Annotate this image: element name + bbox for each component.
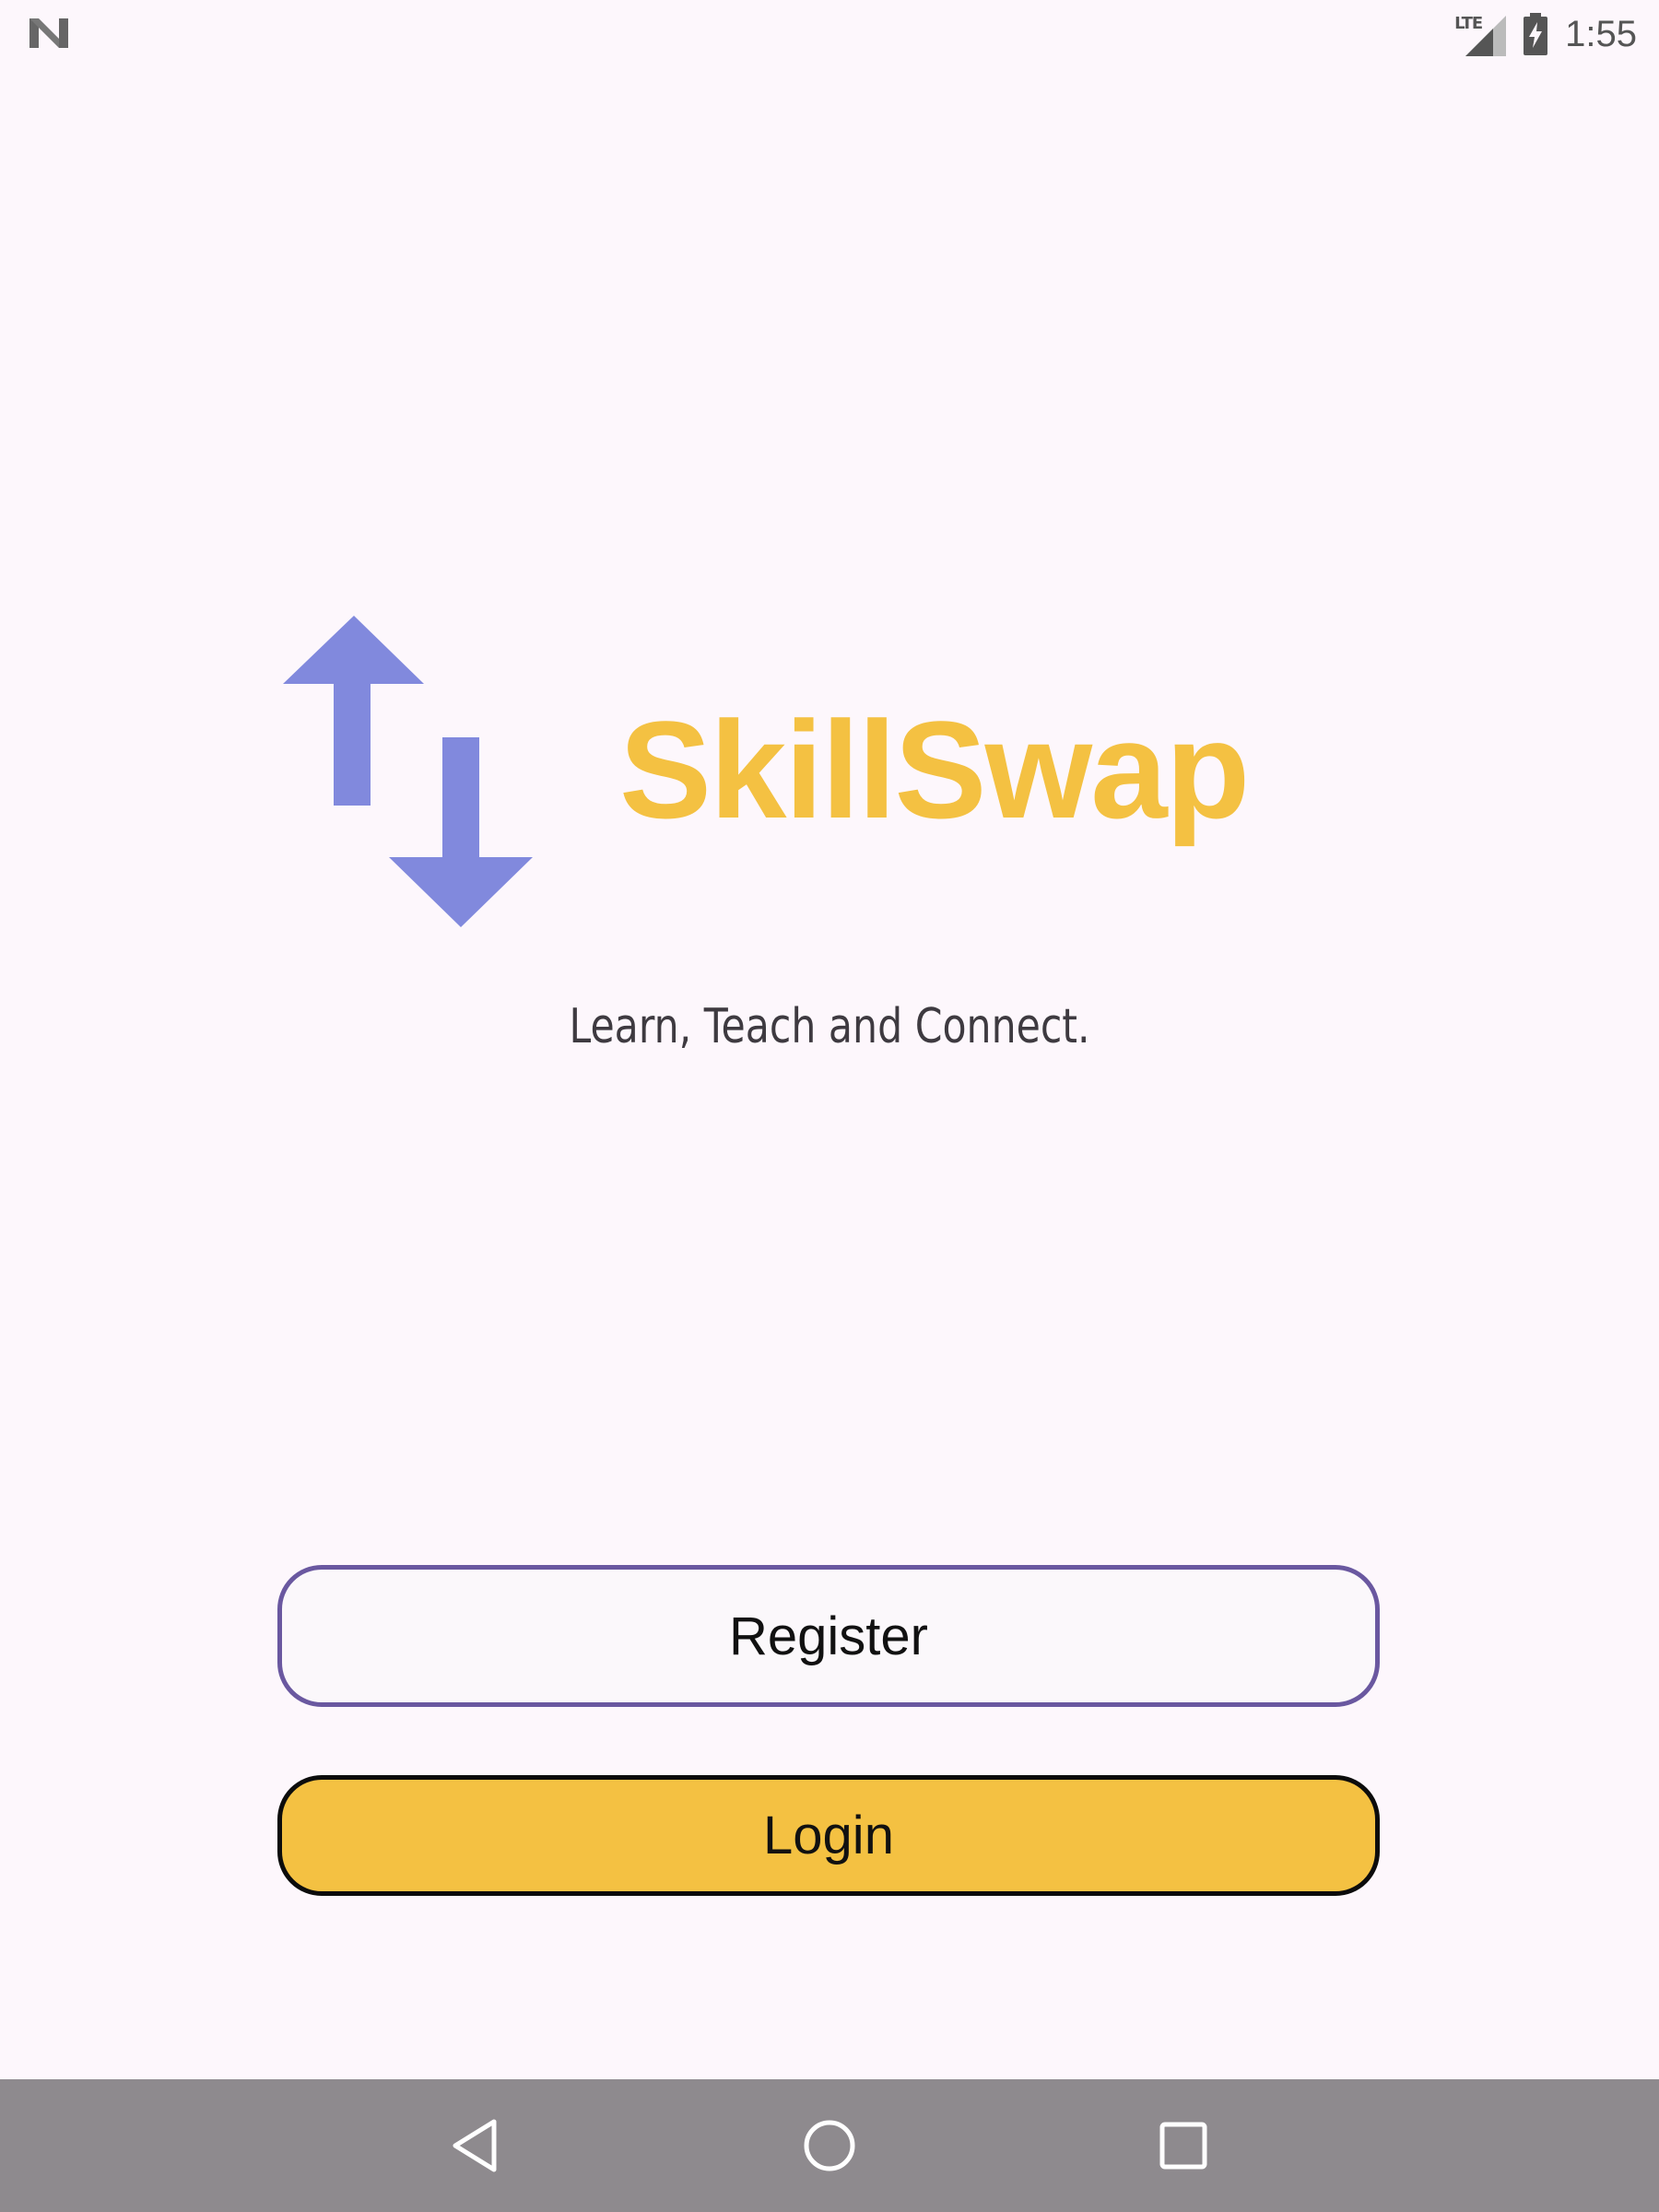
down-arrow-icon bbox=[389, 737, 533, 927]
login-button[interactable]: Login bbox=[277, 1775, 1380, 1896]
register-button[interactable]: Register bbox=[277, 1565, 1380, 1707]
navigation-bar bbox=[0, 2079, 1659, 2212]
up-arrow-icon bbox=[283, 616, 424, 806]
battery-charging-icon bbox=[1524, 13, 1548, 55]
status-bar: LTE 1:55 bbox=[0, 0, 1659, 66]
recents-button[interactable] bbox=[1143, 2105, 1224, 2186]
network-indicator: LTE bbox=[1454, 12, 1507, 56]
tagline: Learn, Teach and Connect. bbox=[569, 999, 1090, 1054]
recents-square-icon bbox=[1159, 2122, 1207, 2170]
n-logo-icon bbox=[29, 18, 68, 48]
status-time: 1:55 bbox=[1565, 13, 1637, 54]
status-icons: LTE 1:55 bbox=[1454, 9, 1637, 59]
home-circle-icon bbox=[804, 2120, 855, 2171]
home-button[interactable] bbox=[789, 2105, 870, 2186]
back-button[interactable] bbox=[435, 2105, 516, 2186]
swap-arrows-icon bbox=[283, 616, 533, 927]
back-triangle-icon bbox=[453, 2119, 497, 2172]
app-title: SkillSwap bbox=[619, 692, 1250, 847]
cell-signal-icon bbox=[1465, 16, 1507, 56]
